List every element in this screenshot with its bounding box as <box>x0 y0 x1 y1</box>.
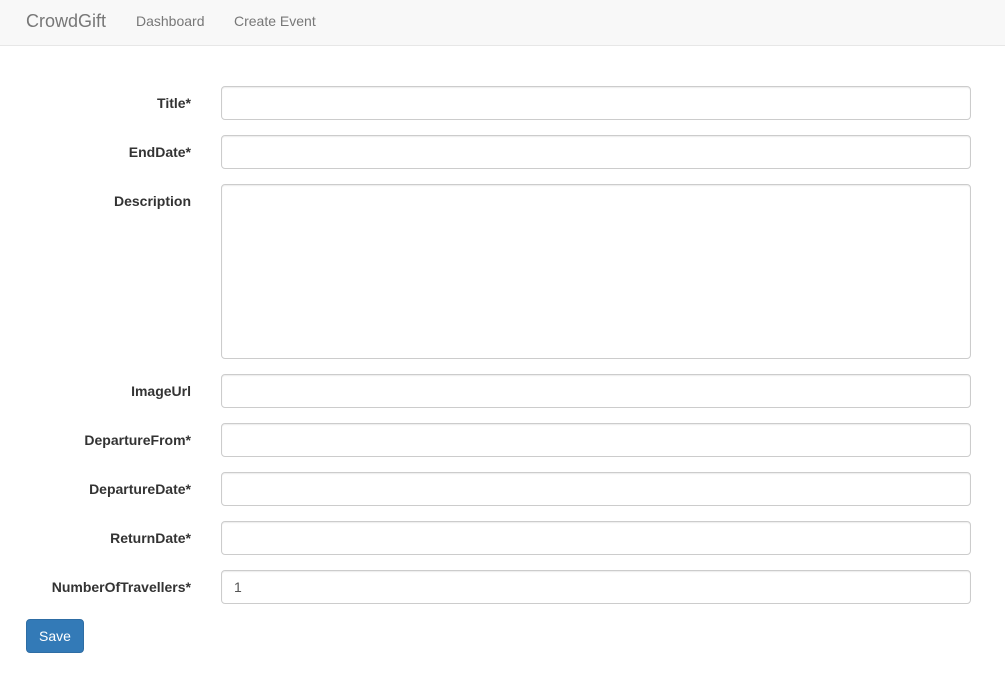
nav-link-dashboard[interactable]: Dashboard <box>136 13 205 29</box>
departuredate-input[interactable] <box>221 472 971 506</box>
title-input[interactable] <box>221 86 971 120</box>
brand-link[interactable]: CrowdGift <box>26 11 106 31</box>
enddate-label: EndDate* <box>128 144 191 160</box>
number-of-travellers-label: NumberOfTravellers* <box>51 579 191 595</box>
departurefrom-input[interactable] <box>221 423 971 457</box>
imageurl-input[interactable] <box>221 374 971 408</box>
description-textarea[interactable] <box>221 184 971 359</box>
number-of-travellers-input[interactable] <box>221 570 971 604</box>
departurefrom-label: DepartureFrom* <box>84 432 191 448</box>
returndate-input[interactable] <box>221 521 971 555</box>
title-label: Title* <box>157 95 191 111</box>
save-button[interactable]: Save <box>26 619 84 653</box>
departuredate-label: DepartureDate* <box>89 481 191 497</box>
top-navbar: CrowdGift Dashboard Create Event <box>0 0 1005 46</box>
description-label: Description <box>113 193 191 209</box>
enddate-input[interactable] <box>221 135 971 169</box>
nav-link-create-event[interactable]: Create Event <box>234 13 316 29</box>
returndate-label: ReturnDate* <box>110 530 191 546</box>
imageurl-label: ImageUrl <box>131 383 191 399</box>
